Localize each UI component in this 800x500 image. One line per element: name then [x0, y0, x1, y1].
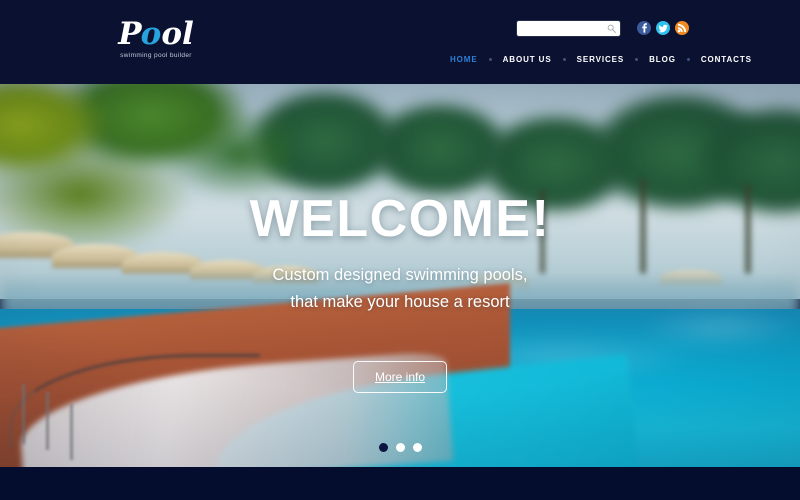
more-info-button[interactable]: More info [352, 361, 448, 393]
nav-item-contacts[interactable]: CONTACTS [701, 55, 752, 64]
footer-strip [0, 467, 800, 500]
main-navigation: HOME ABOUT US SERVICES BLOG CONTACTS [450, 55, 752, 64]
hero-subtitle-line-1: Custom designed swimming pools, [272, 266, 528, 284]
logo-text-part1: P [118, 16, 141, 52]
slider-dot-2[interactable] [395, 443, 405, 452]
rss-icon[interactable] [675, 21, 689, 35]
twitter-icon[interactable] [656, 21, 670, 35]
hero-slider: WELCOME! Custom designed swimming pools,… [0, 84, 800, 467]
hero-title: WELCOME! [249, 190, 551, 248]
nav-item-about-us[interactable]: ABOUT US [503, 55, 552, 64]
search-icon[interactable] [607, 24, 616, 33]
nav-separator-dot [686, 58, 690, 61]
nav-separator-dot [488, 58, 492, 61]
slider-pagination [378, 443, 422, 452]
site-logo[interactable]: Pool swimming pool builder [110, 18, 202, 60]
slider-dot-3[interactable] [412, 443, 422, 452]
hero-subtitle-line-2: that make your house a resort [290, 293, 510, 311]
search-box[interactable] [517, 21, 620, 39]
site-header: Pool swimming pool builder HOME ABOUT US… [0, 0, 800, 84]
nav-item-blog[interactable]: BLOG [649, 55, 676, 64]
hero-subtitle: Custom designed swimming pools, that mak… [273, 262, 528, 316]
nav-separator-dot [635, 58, 639, 61]
search-input[interactable] [518, 26, 606, 39]
slider-dot-1[interactable] [378, 443, 388, 452]
logo-tagline: swimming pool builder [120, 52, 192, 59]
page-root: Pool swimming pool builder HOME ABOUT US… [0, 0, 800, 500]
nav-item-services[interactable]: SERVICES [577, 55, 625, 64]
facebook-icon[interactable] [637, 21, 651, 35]
nav-item-home[interactable]: HOME [450, 55, 478, 64]
logo-text-accent: o [140, 16, 162, 52]
logo-wordmark: Pool [110, 18, 202, 51]
logo-text-part2: ol [161, 16, 194, 52]
hero-content: WELCOME! Custom designed swimming pools,… [0, 84, 800, 467]
social-links [637, 21, 689, 35]
nav-separator-dot [562, 58, 566, 61]
